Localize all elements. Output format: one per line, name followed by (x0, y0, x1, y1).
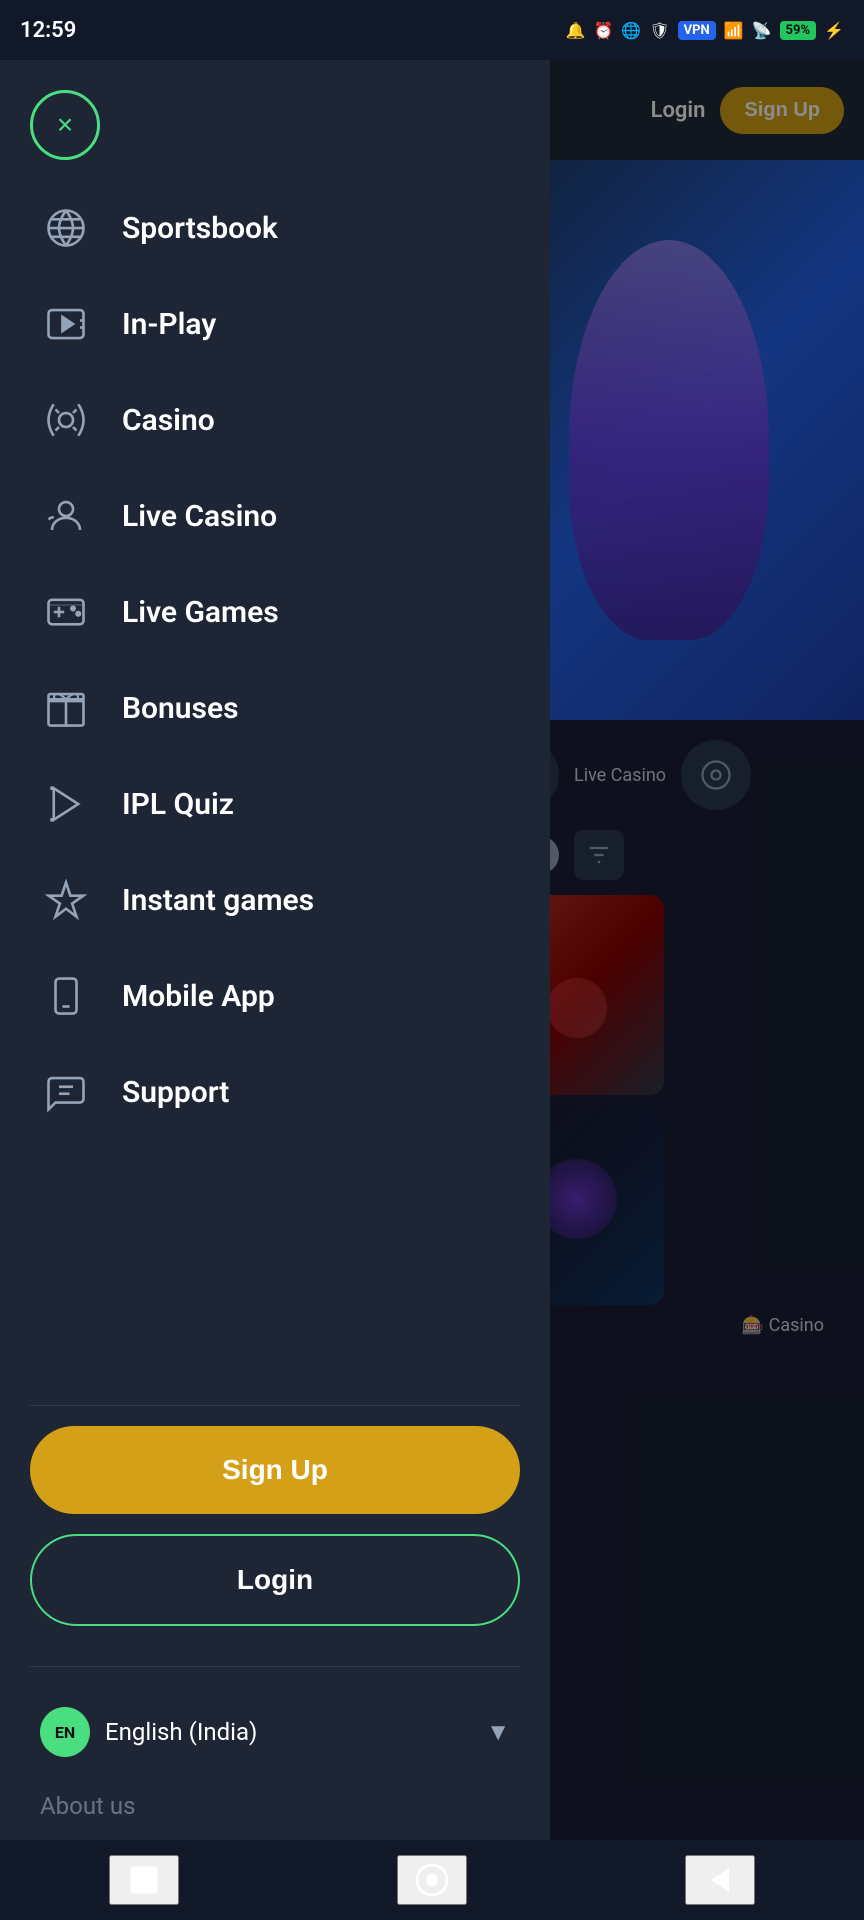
close-button[interactable]: × (30, 90, 100, 160)
sidebar-label-inplay: In-Play (122, 307, 216, 342)
inplay-icon (40, 298, 92, 350)
sidebar-item-bonuses[interactable]: Bonuses (30, 660, 520, 756)
status-icons: 🔔 ⏰ 🌐 🛡 VPN 📶 📡 59% ⚡ (566, 21, 844, 40)
sidebar: × Sportsbook (0, 60, 550, 1840)
login-button[interactable]: Login (30, 1534, 520, 1626)
shield-icon: 🛡 (649, 21, 669, 40)
sidebar-item-inplay[interactable]: In-Play (30, 276, 520, 372)
sidebar-label-casino: Casino (122, 403, 215, 438)
signup-button[interactable]: Sign Up (30, 1426, 520, 1514)
sidebar-label-iplquiz: IPL Quiz (122, 787, 234, 822)
divider-2 (30, 1666, 520, 1667)
divider-1 (30, 1405, 520, 1406)
clock-icon: ⏰ (593, 21, 613, 40)
language-name: English (India) (105, 1718, 257, 1746)
sidebar-item-livecasino[interactable]: Live Casino (30, 468, 520, 564)
sidebar-label-instantgames: Instant games (122, 883, 314, 918)
sidebar-item-livegames[interactable]: Live Games (30, 564, 520, 660)
sidebar-label-livecasino: Live Casino (122, 499, 277, 534)
wifi-icon: 📡 (752, 21, 772, 40)
about-us-link[interactable]: About us (30, 1777, 520, 1840)
status-bar: 12:59 🔔 ⏰ 🌐 🛡 VPN 📶 📡 59% ⚡ (0, 0, 864, 60)
main-wrapper: Login Sign Up Live Casino (0, 60, 864, 1840)
sidebar-label-sportsbook: Sportsbook (122, 211, 278, 246)
sidebar-label-livegames: Live Games (122, 595, 279, 630)
signal-icon: 📶 (724, 21, 744, 40)
browser-icon: 🌐 (621, 21, 641, 40)
bottom-nav (0, 1840, 864, 1920)
action-buttons: Sign Up Login (30, 1426, 520, 1626)
sidebar-label-support: Support (122, 1075, 229, 1110)
language-selector[interactable]: EN English (India) ▼ (30, 1687, 520, 1777)
sidebar-item-iplquiz[interactable]: IPL Quiz (30, 756, 520, 852)
sidebar-label-bonuses: Bonuses (122, 691, 239, 726)
sidebar-label-mobileapp: Mobile App (122, 979, 275, 1014)
sidebar-item-support[interactable]: Support (30, 1044, 520, 1140)
sidebar-item-casino[interactable]: Casino (30, 372, 520, 468)
livecasino-icon (40, 490, 92, 542)
bottom-nav-home[interactable] (397, 1855, 467, 1905)
bottom-nav-square[interactable] (109, 1855, 179, 1905)
bonuses-icon (40, 682, 92, 734)
sidebar-item-sportsbook[interactable]: Sportsbook (30, 180, 520, 276)
language-badge: EN (40, 1707, 90, 1757)
sidebar-item-instantgames[interactable]: Instant games (30, 852, 520, 948)
bottom-nav-back[interactable] (685, 1855, 755, 1905)
instantgames-icon (40, 874, 92, 926)
battery-badge: 59% (780, 21, 817, 40)
mobileapp-icon (40, 970, 92, 1022)
sidebar-item-mobileapp[interactable]: Mobile App (30, 948, 520, 1044)
charging-icon: ⚡ (824, 21, 844, 40)
livegames-icon (40, 586, 92, 638)
sportsbook-icon (40, 202, 92, 254)
chevron-down-icon: ▼ (486, 1718, 510, 1747)
status-time: 12:59 (20, 18, 76, 43)
support-icon (40, 1066, 92, 1118)
nav-list: Sportsbook In-Play (30, 180, 520, 1385)
iplquiz-icon (40, 778, 92, 830)
vpn-badge: VPN (678, 21, 716, 40)
alarm-icon: 🔔 (566, 21, 586, 40)
casino-icon (40, 394, 92, 446)
